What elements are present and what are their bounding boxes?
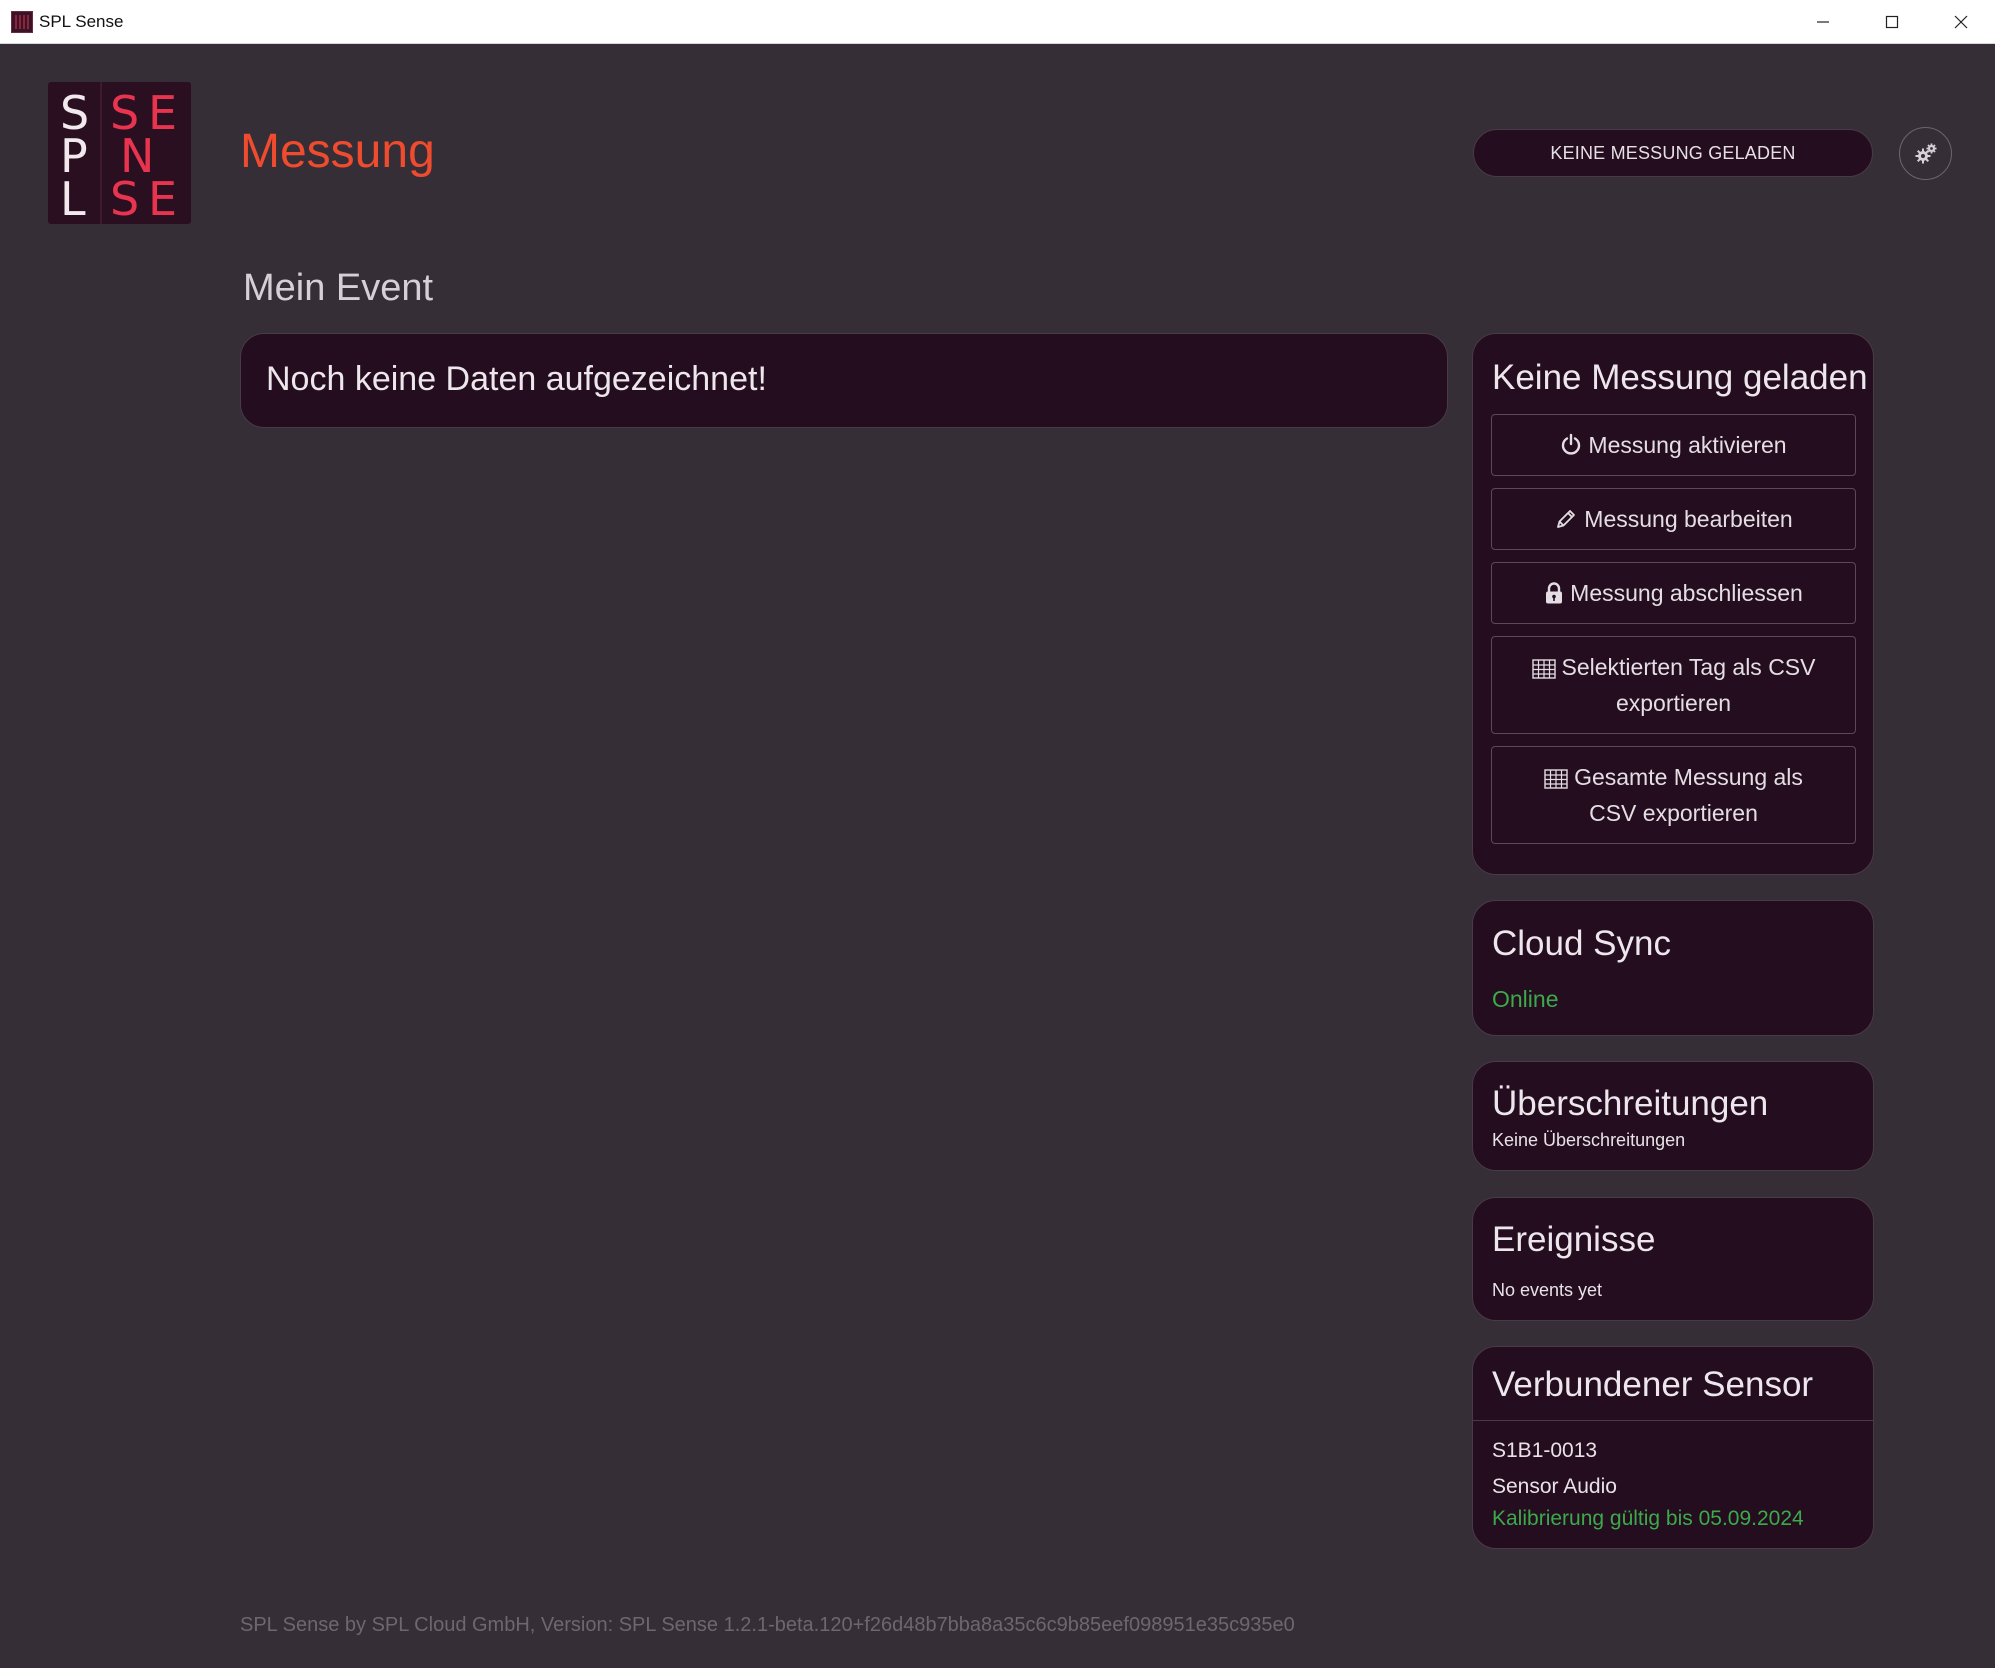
export-day-csv-label-line1: Selektierten Tag als CSV — [1561, 654, 1816, 680]
version-footer: SPL Sense by SPL Cloud GmbH, Version: SP… — [240, 1614, 1295, 1636]
events-card: Ereignisse No events yet — [1472, 1197, 1874, 1321]
app-icon — [11, 10, 33, 33]
table-icon — [1544, 769, 1568, 789]
close-icon — [1954, 15, 1967, 28]
events-title: Ereignisse — [1492, 1220, 1656, 1259]
cloud-sync-title: Cloud Sync — [1492, 924, 1671, 963]
lock-icon — [1546, 582, 1563, 604]
close-button[interactable] — [1926, 0, 1995, 43]
event-title: Mein Event — [243, 267, 434, 309]
window-controls — [1788, 0, 1995, 43]
export-all-csv-text: Gesamte Messung als CSV exportieren — [1544, 759, 1803, 831]
sensor-type: Sensor Audio — [1492, 1475, 1617, 1498]
logo-letter: E — [148, 172, 178, 224]
minimize-button[interactable] — [1788, 0, 1857, 43]
sensor-title: Verbundener Sensor — [1492, 1365, 1814, 1404]
export-all-csv-label-line1: Gesamte Messung als — [1574, 764, 1803, 790]
export-all-csv-label-line2: CSV exportieren — [1589, 800, 1758, 826]
export-day-csv-button[interactable]: Selektierten Tag als CSV exportieren — [1491, 636, 1856, 734]
activate-measurement-label: Messung aktivieren — [1588, 432, 1787, 458]
chart-placeholder-card: Noch keine Daten aufgezeichnet! — [240, 333, 1448, 428]
exceedances-text: Keine Überschreitungen — [1492, 1130, 1686, 1150]
logo-divider — [100, 82, 102, 224]
page-title: Messung — [240, 125, 435, 178]
calibration-status: Kalibrierung gültig bis 05.09.2024 — [1492, 1507, 1804, 1530]
close-measurement-label: Messung abschliessen — [1570, 580, 1803, 606]
cloud-sync-card: Cloud Sync Online — [1472, 900, 1874, 1036]
power-icon — [1562, 433, 1581, 455]
maximize-button[interactable] — [1857, 0, 1926, 43]
window-title: SPL Sense — [39, 11, 124, 31]
events-text: No events yet — [1492, 1280, 1603, 1300]
settings-button[interactable] — [1899, 127, 1952, 180]
edit-measurement-label: Messung bearbeiten — [1584, 506, 1793, 532]
export-day-csv-label-line2: exportieren — [1615, 690, 1732, 716]
no-data-message: Noch keine Daten aufgezeichnet! — [266, 360, 767, 398]
export-all-csv-button[interactable]: Gesamte Messung als CSV exportieren — [1491, 746, 1856, 844]
export-day-csv-text: Selektierten Tag als CSV exportieren — [1531, 649, 1816, 721]
maximize-icon — [1885, 15, 1898, 28]
cloud-sync-status: Online — [1492, 986, 1559, 1012]
exceedances-card: Überschreitungen Keine Überschreitungen — [1472, 1061, 1874, 1171]
logo-letter: S — [110, 172, 140, 224]
table-icon — [1531, 659, 1556, 679]
divider — [1473, 1420, 1873, 1421]
exceedances-title: Überschreitungen — [1492, 1084, 1769, 1123]
edit-measurement-button[interactable]: Messung bearbeiten — [1491, 488, 1856, 550]
minimize-icon — [1816, 20, 1829, 23]
measurement-status-button[interactable]: KEINE MESSUNG GELADEN — [1473, 129, 1873, 177]
title-bar: SPL Sense — [0, 0, 1995, 44]
connected-sensor-card: Verbundener Sensor S1B1-0013 Sensor Audi… — [1472, 1346, 1874, 1549]
close-measurement-button[interactable]: Messung abschliessen — [1491, 562, 1856, 624]
spl-sense-logo: S P L S E N S E — [48, 82, 191, 224]
measurement-panel: Keine Messung geladen Messung aktivieren… — [1472, 333, 1874, 875]
logo-letter: L — [60, 172, 86, 224]
sensor-id: S1B1-0013 — [1492, 1439, 1598, 1462]
gears-icon — [1915, 143, 1936, 163]
activate-measurement-button[interactable]: Messung aktivieren — [1491, 414, 1856, 476]
pencil-icon — [1557, 510, 1576, 528]
measurement-panel-title: Keine Messung geladen — [1492, 358, 1868, 397]
